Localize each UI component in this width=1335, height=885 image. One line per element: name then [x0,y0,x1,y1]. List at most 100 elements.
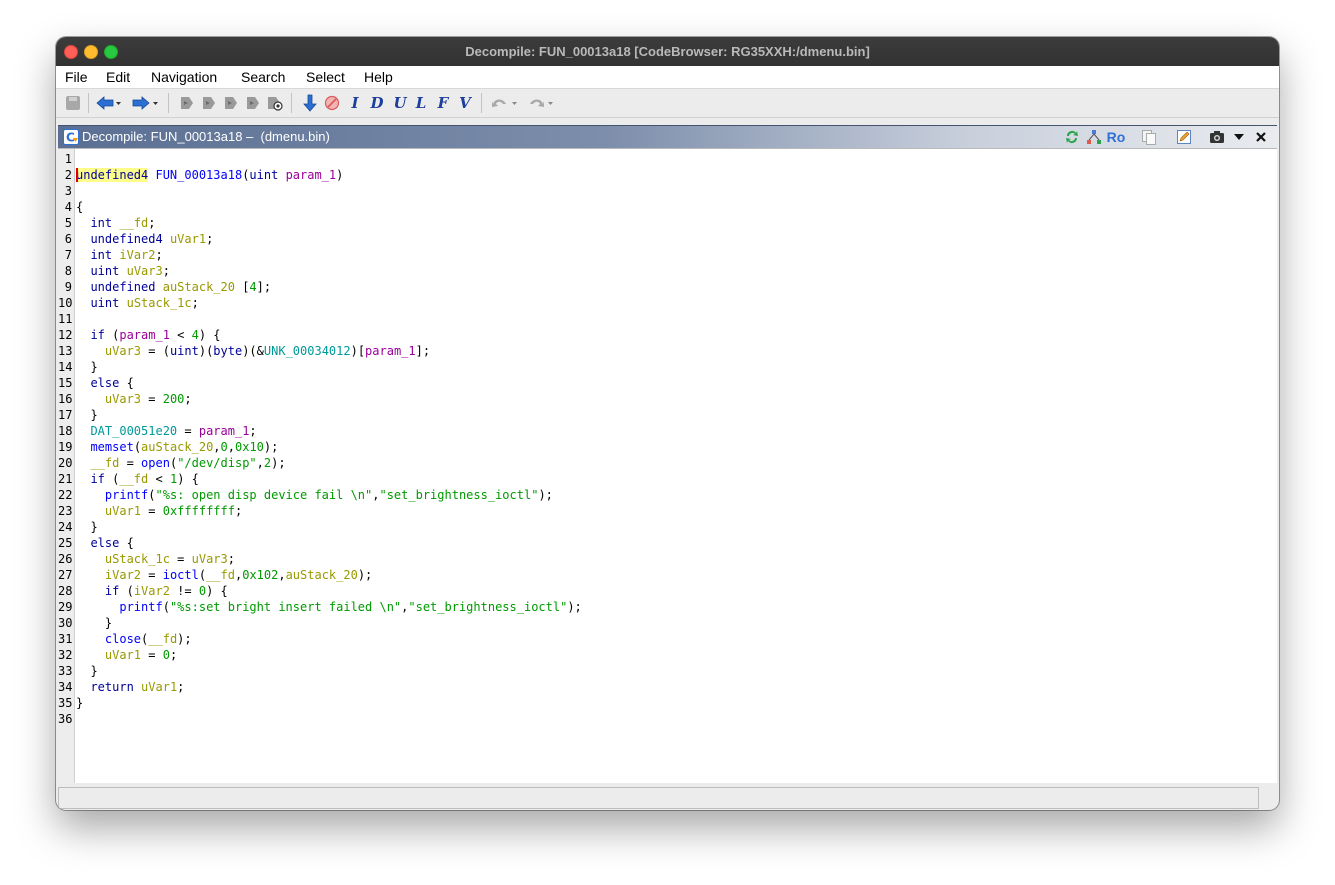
code-token-variable[interactable]: uStack_1c [105,552,170,566]
code-token-variable[interactable]: iVar2 [119,248,155,262]
code-token-number[interactable]: 0x102 [242,568,278,582]
code-token-variable[interactable]: __fd [206,568,235,582]
code-token-function[interactable]: close [105,632,141,646]
code-line[interactable]: 19 memset(auStack_20,0,0x10); [58,439,1277,455]
down-arrow-icon[interactable] [302,94,318,112]
code-token-number[interactable]: 4 [192,328,199,342]
code-line[interactable]: 11 [58,311,1277,327]
code-token-param[interactable]: param_1 [286,168,337,182]
code-line[interactable]: 20 __fd = open("/dev/disp",2); [58,455,1277,471]
code-token-function[interactable]: FUN_00013a18 [155,168,242,182]
code-token-variable[interactable]: auStack_20 [141,440,213,454]
code-token-param[interactable]: param_1 [119,328,170,342]
code-token-keyword[interactable]: else [90,376,119,390]
code-token-type[interactable]: undefined4 [90,232,162,246]
next-undefined-icon[interactable] [222,94,240,112]
graph-icon[interactable] [1085,129,1103,145]
code-token-keyword[interactable]: if [105,584,119,598]
code-token-string[interactable]: "set_brightness_ioctl" [379,488,538,502]
code-token-function[interactable]: printf [105,488,148,502]
code-line[interactable]: 7 int iVar2; [58,247,1277,263]
code-token-param[interactable]: param_1 [365,344,416,358]
code-token-type[interactable]: undefined4 [76,168,149,182]
save-icon[interactable] [64,94,82,112]
code-token-variable[interactable]: uVar3 [192,552,228,566]
code-token-number[interactable]: 0x10 [235,440,264,454]
undo-icon[interactable] [490,94,520,112]
code-line[interactable]: 1 [58,151,1277,167]
next-data-icon[interactable] [200,94,218,112]
code-line[interactable]: 35} [58,695,1277,711]
code-token-variable[interactable]: iVar2 [134,584,170,598]
code-token-function[interactable]: ioctl [163,568,199,582]
code-token-variable[interactable]: uVar1 [105,504,141,518]
menu-edit[interactable]: Edit [106,69,130,85]
code-token-variable[interactable]: auStack_20 [163,280,235,294]
code-line[interactable]: 29 printf("%s:set bright insert failed \… [58,599,1277,615]
code-line[interactable]: 23 uVar1 = 0xffffffff; [58,503,1277,519]
code-token-global[interactable]: UNK_00034012 [264,344,351,358]
code-token-type[interactable]: int [90,248,112,262]
code-token-variable[interactable]: __fd [119,472,148,486]
code-token-number[interactable]: 0 [163,648,170,662]
code-token-variable[interactable]: uVar1 [170,232,206,246]
code-token-number[interactable]: 200 [163,392,185,406]
code-token-param[interactable]: param_1 [199,424,250,438]
code-line[interactable]: 10 uint uStack_1c; [58,295,1277,311]
code-line[interactable]: 32 uVar1 = 0; [58,647,1277,663]
code-line[interactable]: 24 } [58,519,1277,535]
code-line[interactable]: 5 int __fd; [58,215,1277,231]
code-token-keyword[interactable]: else [90,536,119,550]
code-token-keyword[interactable]: return [90,680,133,694]
code-token-type[interactable]: int [90,216,112,230]
next-label-letter-icon[interactable]: L [414,94,428,112]
panel-menu-chevron-down-icon[interactable] [1232,129,1246,145]
code-line[interactable]: 4{ [58,199,1277,215]
code-line[interactable]: 21 if (__fd < 1) { [58,471,1277,487]
code-line[interactable]: 27 iVar2 = ioctl(__fd,0x102,auStack_20); [58,567,1277,583]
code-line[interactable]: 3 [58,183,1277,199]
code-token-variable[interactable]: uVar3 [105,392,141,406]
code-line[interactable]: 8 uint uVar3; [58,263,1277,279]
code-line[interactable]: 31 close(__fd); [58,631,1277,647]
read-only-toggle[interactable]: Ro [1105,129,1127,145]
code-line[interactable]: 15 else { [58,375,1277,391]
copy-icon[interactable] [1140,129,1158,145]
code-token-variable[interactable]: __fd [148,632,177,646]
next-label-icon[interactable] [244,94,262,112]
code-line[interactable]: 36 [58,711,1277,727]
next-instruction-letter-icon[interactable]: I [348,94,362,112]
panel-close-icon[interactable] [1254,129,1268,145]
code-token-type[interactable]: uint [90,296,119,310]
code-line[interactable]: 18 DAT_00051e20 = param_1; [58,423,1277,439]
next-data-letter-icon[interactable]: D [369,94,385,112]
code-line[interactable]: 17 } [58,407,1277,423]
code-token-string[interactable]: "%s:set bright insert failed \n" [170,600,401,614]
code-token-variable[interactable]: auStack_20 [286,568,358,582]
edit-icon[interactable] [1175,129,1193,145]
code-token-function[interactable]: open [141,456,170,470]
code-line[interactable]: 14 } [58,359,1277,375]
code-token-number[interactable]: 0 [221,440,228,454]
code-line[interactable]: 25 else { [58,535,1277,551]
code-line[interactable]: 16 uVar3 = 200; [58,391,1277,407]
redo-icon[interactable] [526,94,556,112]
code-token-variable[interactable]: uVar3 [105,344,141,358]
code-token-function[interactable]: memset [90,440,133,454]
code-token-variable[interactable]: uStack_1c [127,296,192,310]
code-line[interactable]: 6 undefined4 uVar1; [58,231,1277,247]
code-token-variable[interactable]: uVar1 [105,648,141,662]
menu-file[interactable]: File [65,69,88,85]
code-token-type[interactable]: uint [249,168,278,182]
code-line[interactable]: 22 printf("%s: open disp device fail \n"… [58,487,1277,503]
code-token-keyword[interactable]: if [90,328,104,342]
menu-search[interactable]: Search [241,69,285,85]
forward-arrow-icon[interactable] [132,94,160,112]
code-line[interactable]: 30 } [58,615,1277,631]
code-token-string[interactable]: "set_brightness_ioctl" [408,600,567,614]
code-line[interactable]: 2 undefined4 FUN_00013a18(uint param_1) [58,167,1277,183]
code-token-variable[interactable]: uVar1 [141,680,177,694]
code-token-function[interactable]: printf [119,600,162,614]
code-area[interactable]: 1 2 undefined4 FUN_00013a18(uint param_1) 3… [58,151,1277,727]
next-function-letter-icon[interactable]: F [436,94,450,112]
